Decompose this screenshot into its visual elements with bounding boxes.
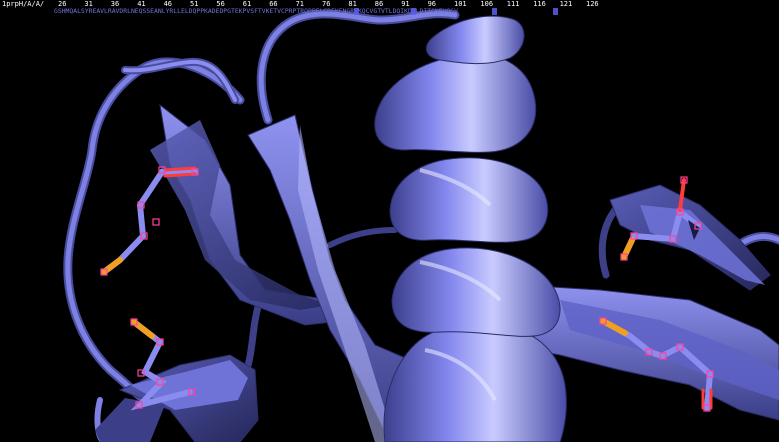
sequence-viewer-bar[interactable]: 26 31 36 41 46 51 56 61 66 71 76 81 86 91 96 101 106 111 1…	[0, 0, 779, 16]
sequence-residues[interactable]: GSHMQALSYREAVLRAVDRLNEQSSEANLYRLLELDQPPK…	[54, 7, 594, 15]
molecular-viewer[interactable]: 26 31 36 41 46 51 56 61 66 71 76 81 86 91 96 101 106 111 1…	[0, 0, 779, 442]
sequence-selection-mark	[492, 8, 497, 15]
sequence-object-name[interactable]: 1prpH/A/A/	[2, 0, 44, 8]
sequence-selection-mark	[553, 8, 558, 15]
protein-cartoon-render[interactable]	[0, 0, 779, 442]
alpha-helix	[374, 15, 567, 442]
sequence-selection-mark	[354, 8, 359, 15]
sequence-selection-mark	[411, 8, 416, 15]
